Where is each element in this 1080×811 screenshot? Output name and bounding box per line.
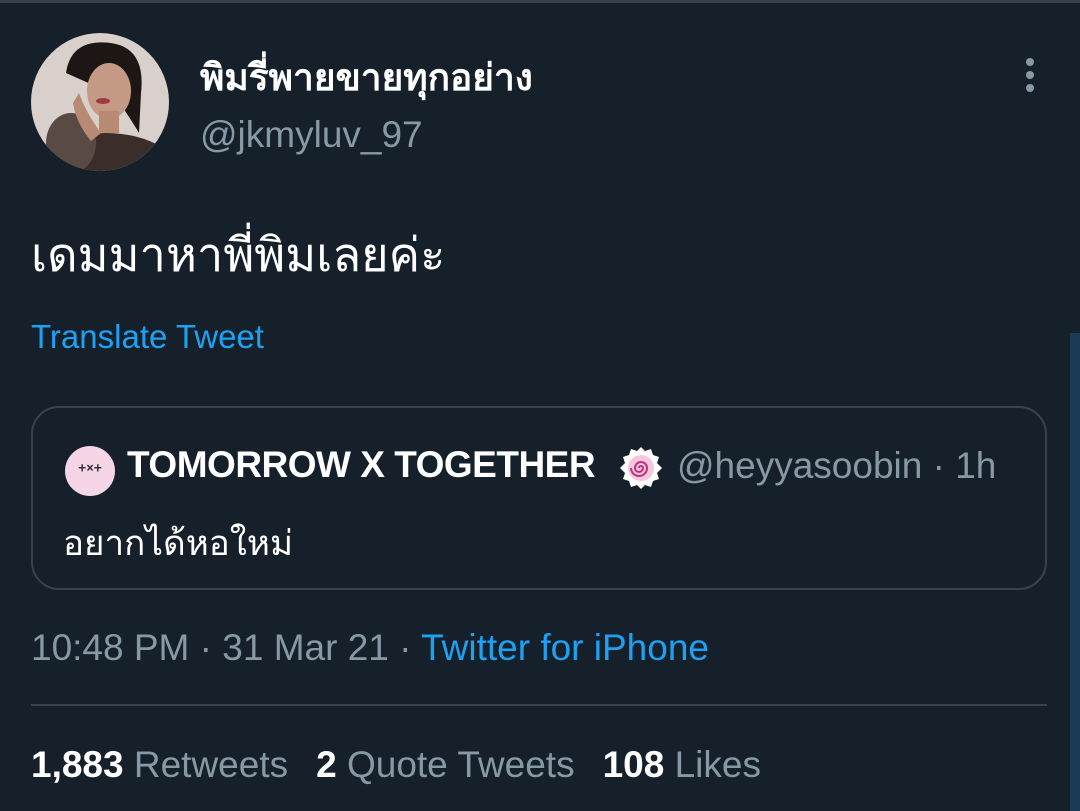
- more-vertical-icon[interactable]: [1012, 54, 1048, 98]
- author-display-name[interactable]: พิมรี่พายขายทุกอย่าง: [200, 48, 533, 107]
- author-avatar[interactable]: [31, 33, 169, 171]
- meta-separator-1: ·: [189, 627, 223, 668]
- quoted-handle: @heyyasoobin: [677, 445, 923, 486]
- translate-tweet-link[interactable]: Translate Tweet: [31, 318, 264, 356]
- meta-separator-2: ·: [388, 627, 422, 668]
- quoted-text: อยากได้หอใหม่: [63, 524, 294, 564]
- top-border: [0, 0, 1080, 3]
- quoted-separator: ·: [922, 445, 956, 486]
- tweet-stats: 1,883 Retweets 2 Quote Tweets 108 Likes: [31, 744, 789, 786]
- tweet-source-link[interactable]: Twitter for iPhone: [421, 627, 709, 668]
- likes-count: 108: [602, 744, 665, 785]
- quote-tweets-label: Quote Tweets: [346, 744, 575, 785]
- quoted-display-name: TOMORROW X TOGETHER: [127, 444, 596, 485]
- quoted-age: 1h: [955, 445, 997, 486]
- likes-label: Likes: [674, 744, 761, 785]
- quoted-handle-line: @heyyasoobin · 1h: [677, 445, 996, 487]
- swirl-badge-icon: [617, 444, 665, 492]
- retweets-stat[interactable]: 1,883 Retweets: [31, 744, 288, 785]
- tweet-meta: 10:48 PM · 31 Mar 21 · Twitter for iPhon…: [31, 627, 709, 669]
- quoted-tweet-card[interactable]: +×+ TOMORROW X TOGETHER @heyyasoobin · 1…: [31, 406, 1047, 590]
- retweets-label: Retweets: [133, 744, 289, 785]
- quote-tweets-count: 2: [316, 744, 337, 785]
- retweets-count: 1,883: [31, 744, 124, 785]
- likes-stat[interactable]: 108 Likes: [603, 744, 761, 785]
- quoted-avatar: +×+: [65, 446, 115, 496]
- author-handle[interactable]: @jkmyluv_97: [200, 114, 423, 156]
- tweet-time[interactable]: 10:48 PM: [31, 627, 189, 668]
- tweet-text: เดมมาหาพี่พิมเลยค่ะ: [31, 228, 446, 283]
- scrollbar[interactable]: [1070, 333, 1080, 811]
- quote-tweets-stat[interactable]: 2 Quote Tweets: [316, 744, 574, 785]
- tweet-date[interactable]: 31 Mar 21: [222, 627, 389, 668]
- divider: [31, 704, 1047, 706]
